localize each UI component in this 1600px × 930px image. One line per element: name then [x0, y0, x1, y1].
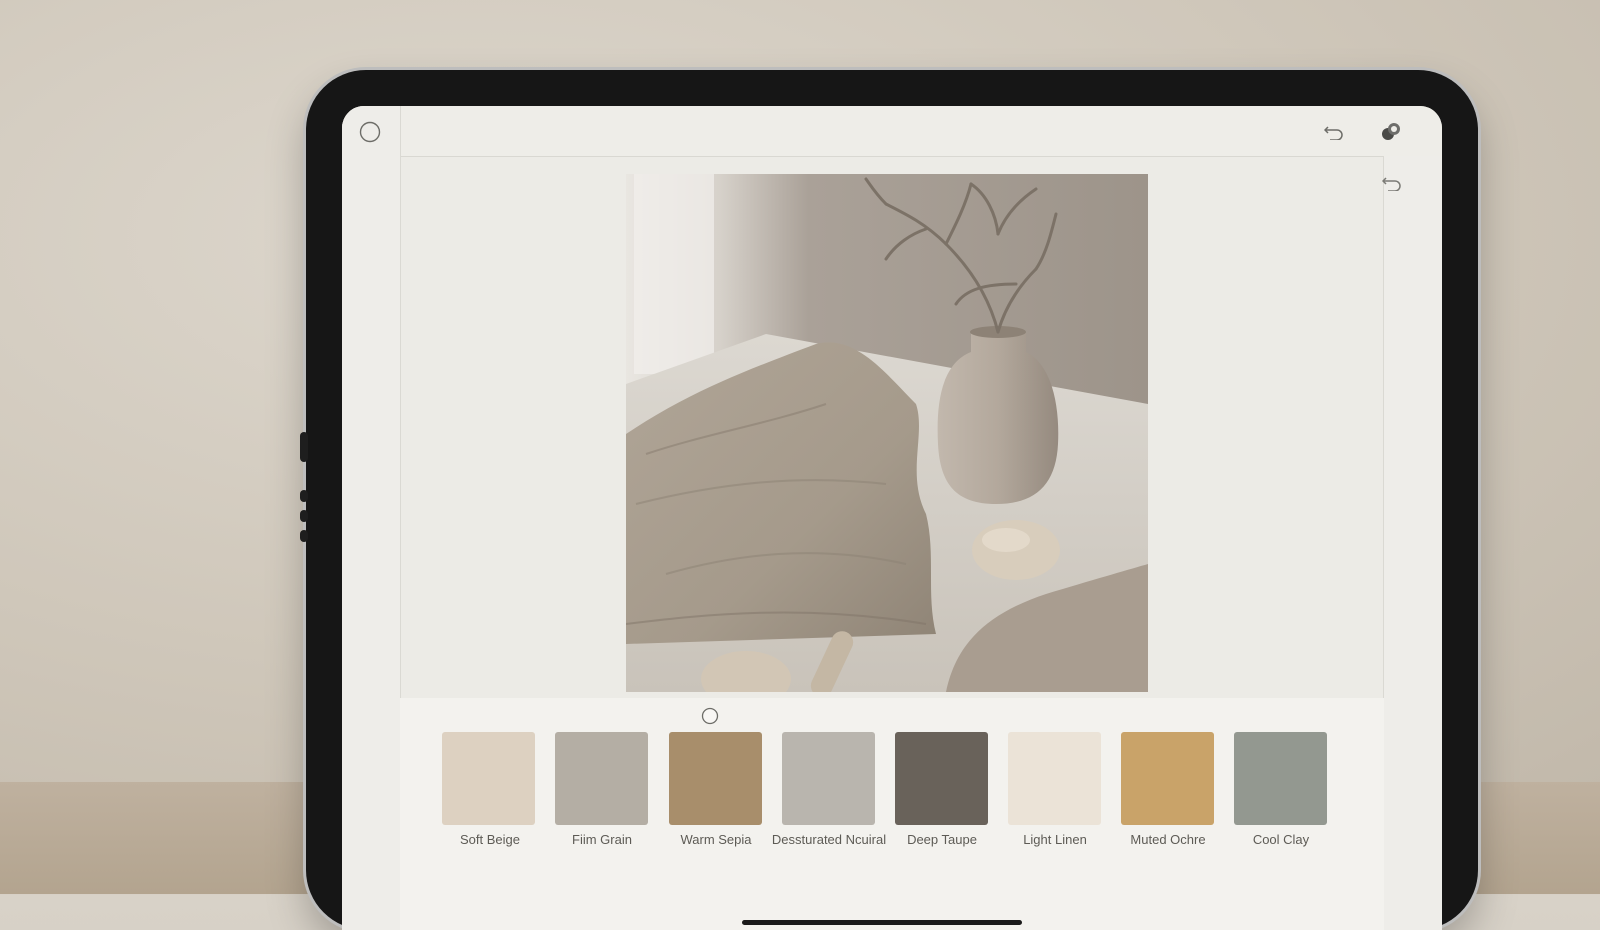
swatch-label: Light Linen	[1023, 832, 1087, 847]
app-screen: Soft Beige Fiim Grain Warm Sepia Desstur…	[342, 106, 1442, 930]
swatch-label: Dessturated Ncuiral	[771, 832, 887, 847]
swatch-desaturated-neutral[interactable]	[782, 732, 875, 825]
swatch-label: Cool Clay	[1252, 832, 1310, 847]
undo-icon[interactable]	[1380, 172, 1404, 194]
swatch-label: Deep Taupe	[907, 832, 977, 847]
swatch-soft-beige[interactable]	[442, 732, 535, 825]
canvas-photo[interactable]	[626, 174, 1148, 692]
left-tool-rail	[342, 106, 401, 930]
swatch-label: Warm Sepia	[680, 832, 752, 847]
swatch-label: Soft Beige	[460, 832, 520, 847]
swatch-cool-clay[interactable]	[1234, 732, 1327, 825]
swatch-deep-taupe[interactable]	[895, 732, 988, 825]
swatch-light-linen[interactable]	[1008, 732, 1101, 825]
top-toolbar	[342, 106, 1442, 157]
right-tool-rail	[1383, 156, 1442, 930]
circle-icon[interactable]	[358, 120, 382, 144]
home-indicator	[742, 920, 1022, 925]
swatch-muted-ochre[interactable]	[1121, 732, 1214, 825]
circle-handle-icon[interactable]	[700, 706, 720, 726]
color-palette-panel: Soft Beige Fiim Grain Warm Sepia Desstur…	[400, 698, 1384, 930]
swatch-label: Muted Ochre	[1130, 832, 1206, 847]
tablet-device: Soft Beige Fiim Grain Warm Sepia Desstur…	[300, 70, 1478, 930]
color-blend-icon[interactable]	[1378, 119, 1404, 145]
swatch-film-grain[interactable]	[555, 732, 648, 825]
swatch-warm-sepia[interactable]	[669, 732, 762, 825]
undo-icon[interactable]	[1322, 120, 1346, 144]
tablet-side-button	[300, 432, 308, 462]
tablet-side-button	[300, 490, 308, 502]
tablet-side-button	[300, 510, 308, 522]
swatch-label: Fiim Grain	[572, 832, 632, 847]
tablet-side-button	[300, 530, 308, 542]
